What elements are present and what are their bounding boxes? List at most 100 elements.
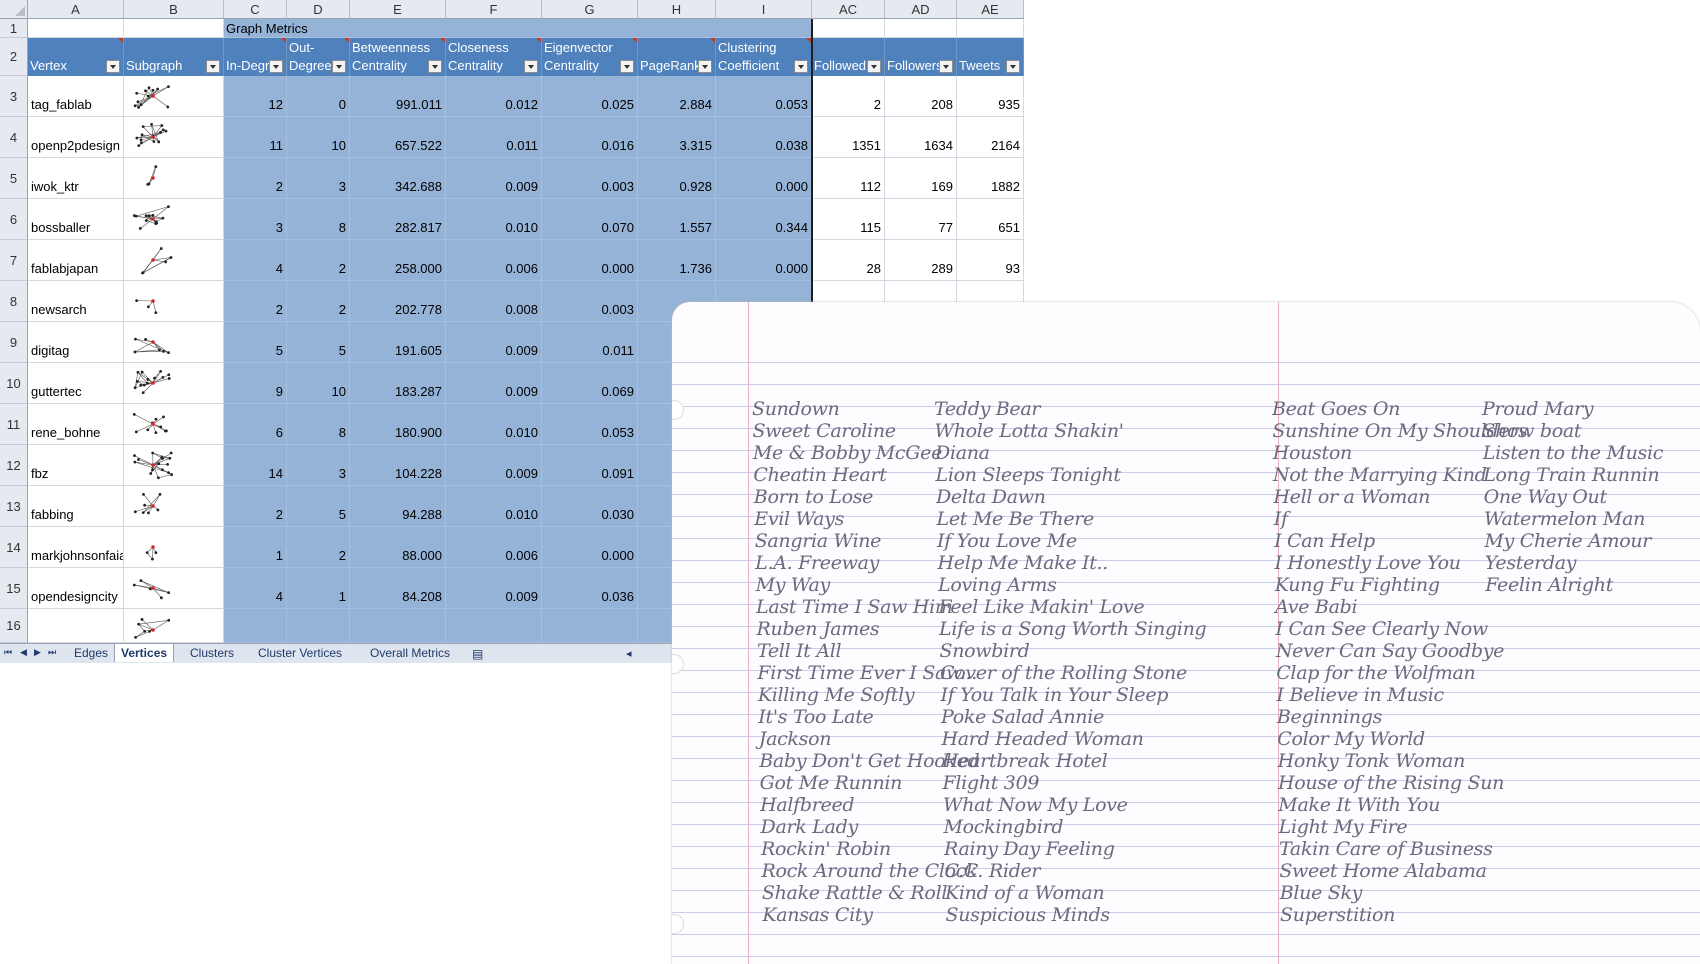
filter-dropdown-icon[interactable] xyxy=(332,60,346,73)
row-header-1[interactable]: 1 xyxy=(0,19,28,38)
subgraph-cell[interactable] xyxy=(124,322,224,363)
row-header-7[interactable]: 7 xyxy=(0,240,28,281)
table-cell[interactable]: 2 xyxy=(287,281,350,322)
table-cell[interactable]: newsarch xyxy=(28,281,124,322)
table-cell[interactable]: 3.315 xyxy=(638,117,716,158)
tab-edges[interactable]: Edges xyxy=(68,644,114,662)
table-cell[interactable]: 8 xyxy=(287,404,350,445)
row-header-10[interactable]: 10 xyxy=(0,363,28,404)
table-cell[interactable]: 991.011 xyxy=(350,76,446,117)
table-cell[interactable]: 0.344 xyxy=(716,199,812,240)
table-cell[interactable]: 77 xyxy=(885,199,957,240)
column-header-AD[interactable]: AD xyxy=(885,0,957,19)
table-cell[interactable]: 0.011 xyxy=(446,117,542,158)
header-cell-4[interactable]: Betweenness Centrality xyxy=(350,38,446,76)
table-cell[interactable]: 10 xyxy=(287,117,350,158)
table-cell[interactable]: 4 xyxy=(224,240,287,281)
table-cell[interactable]: 0.000 xyxy=(542,240,638,281)
table-cell[interactable] xyxy=(542,609,638,643)
column-header-H[interactable]: H xyxy=(638,0,716,19)
table-cell[interactable]: 0.070 xyxy=(542,199,638,240)
table-cell[interactable]: 1 xyxy=(224,527,287,568)
table-cell[interactable]: 0.053 xyxy=(716,76,812,117)
table-cell[interactable]: 0.003 xyxy=(542,281,638,322)
tab-cluster-vertices[interactable]: Cluster Vertices xyxy=(252,644,348,662)
table-cell[interactable]: 0.009 xyxy=(446,322,542,363)
table-cell[interactable]: 342.688 xyxy=(350,158,446,199)
filter-dropdown-icon[interactable] xyxy=(867,60,881,73)
cell[interactable] xyxy=(885,19,957,38)
table-cell[interactable]: 2 xyxy=(224,486,287,527)
row-header-13[interactable]: 13 xyxy=(0,486,28,527)
subgraph-cell[interactable] xyxy=(124,158,224,199)
table-cell[interactable]: openp2pdesign xyxy=(28,117,124,158)
table-cell[interactable]: 0.010 xyxy=(446,404,542,445)
table-cell[interactable]: 657.522 xyxy=(350,117,446,158)
table-cell[interactable]: 0.009 xyxy=(446,445,542,486)
row-header-5[interactable]: 5 xyxy=(0,158,28,199)
first-sheet-icon[interactable]: ⏮ xyxy=(4,647,12,658)
next-sheet-icon[interactable]: ▶ xyxy=(34,647,41,658)
table-cell[interactable]: 4 xyxy=(224,568,287,609)
filter-dropdown-icon[interactable] xyxy=(794,60,808,73)
column-header-E[interactable]: E xyxy=(350,0,446,19)
header-cell-8[interactable]: Clustering Coefficient xyxy=(716,38,812,76)
table-cell[interactable]: 0.069 xyxy=(542,363,638,404)
table-cell[interactable]: 191.605 xyxy=(350,322,446,363)
table-cell[interactable]: 3 xyxy=(287,445,350,486)
table-cell[interactable]: bossballer xyxy=(28,199,124,240)
table-cell[interactable]: 183.287 xyxy=(350,363,446,404)
table-cell[interactable]: 10 xyxy=(287,363,350,404)
table-cell[interactable]: 2 xyxy=(224,158,287,199)
table-cell[interactable]: 0.036 xyxy=(542,568,638,609)
table-cell[interactable]: 5 xyxy=(224,322,287,363)
table-cell[interactable]: 2 xyxy=(287,527,350,568)
table-cell[interactable] xyxy=(224,609,287,643)
tab-overall-metrics[interactable]: Overall Metrics xyxy=(364,644,456,662)
table-cell[interactable]: 0.053 xyxy=(542,404,638,445)
header-cell-11[interactable]: Tweets xyxy=(957,38,1024,76)
header-cell-0[interactable]: Vertex xyxy=(28,38,124,76)
filter-dropdown-icon[interactable] xyxy=(106,60,120,73)
column-header-I[interactable]: I xyxy=(716,0,812,19)
subgraph-cell[interactable] xyxy=(124,404,224,445)
table-cell[interactable]: 0.010 xyxy=(446,199,542,240)
table-cell[interactable]: 88.000 xyxy=(350,527,446,568)
table-cell[interactable]: 1.736 xyxy=(638,240,716,281)
row-header-11[interactable]: 11 xyxy=(0,404,28,445)
table-cell[interactable]: guttertec xyxy=(28,363,124,404)
cell[interactable] xyxy=(124,19,224,38)
table-cell[interactable]: 1 xyxy=(287,568,350,609)
subgraph-cell[interactable] xyxy=(124,281,224,322)
prev-sheet-icon[interactable]: ◀ xyxy=(20,647,27,658)
table-cell[interactable]: 115 xyxy=(812,199,885,240)
table-cell[interactable] xyxy=(446,609,542,643)
table-cell[interactable]: 2164 xyxy=(957,117,1024,158)
last-sheet-icon[interactable]: ⏭ xyxy=(48,647,56,658)
table-cell[interactable]: 0.009 xyxy=(446,158,542,199)
filter-dropdown-icon[interactable] xyxy=(428,60,442,73)
subgraph-cell[interactable] xyxy=(124,363,224,404)
table-cell[interactable]: 289 xyxy=(885,240,957,281)
table-cell[interactable]: 2 xyxy=(812,76,885,117)
row-header-16[interactable]: 16 xyxy=(0,609,28,643)
subgraph-cell[interactable] xyxy=(124,199,224,240)
table-cell[interactable]: 0.009 xyxy=(446,363,542,404)
table-cell[interactable]: 208 xyxy=(885,76,957,117)
table-cell[interactable]: 104.228 xyxy=(350,445,446,486)
subgraph-cell[interactable] xyxy=(124,486,224,527)
header-cell-2[interactable]: In-Degr xyxy=(224,38,287,76)
subgraph-cell[interactable] xyxy=(124,568,224,609)
table-cell[interactable]: rene_bohne xyxy=(28,404,124,445)
column-header-A[interactable]: A xyxy=(28,0,124,19)
table-cell[interactable]: 1351 xyxy=(812,117,885,158)
table-cell[interactable]: 0.016 xyxy=(542,117,638,158)
column-header-G[interactable]: G xyxy=(542,0,638,19)
table-cell[interactable]: 28 xyxy=(812,240,885,281)
cell[interactable] xyxy=(812,19,885,38)
table-cell[interactable]: markjohnsonfaia xyxy=(28,527,124,568)
row-header-14[interactable]: 14 xyxy=(0,527,28,568)
header-cell-6[interactable]: Eigenvector Centrality xyxy=(542,38,638,76)
tab-vertices[interactable]: Vertices xyxy=(114,644,175,662)
table-cell[interactable]: fbz xyxy=(28,445,124,486)
